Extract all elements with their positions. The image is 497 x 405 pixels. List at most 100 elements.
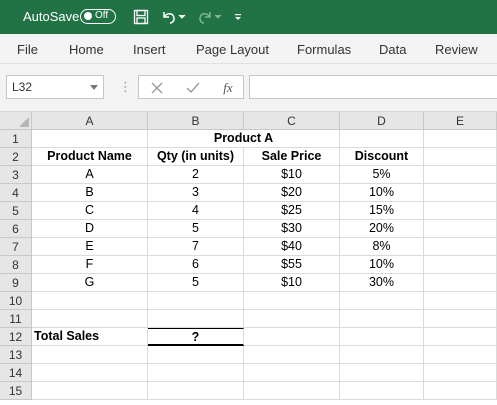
cell-e1[interactable] [424, 130, 497, 148]
enter-icon[interactable] [184, 79, 202, 97]
cell-b7[interactable]: 7 [148, 238, 244, 256]
cell-e13[interactable] [424, 346, 497, 364]
row-header-3[interactable]: 3 [0, 166, 32, 184]
cell-c2[interactable]: Sale Price [244, 148, 340, 166]
cell-a11[interactable] [32, 310, 148, 328]
cell-a3[interactable]: A [32, 166, 148, 184]
row-header-9[interactable]: 9 [0, 274, 32, 292]
cancel-icon[interactable] [148, 79, 166, 97]
merged-title-cell[interactable]: Product A [148, 130, 340, 148]
cell-d13[interactable] [340, 346, 424, 364]
cell-e14[interactable] [424, 364, 497, 382]
cell-a1[interactable] [32, 130, 148, 148]
cell-e4[interactable] [424, 184, 497, 202]
cell-c10[interactable] [244, 292, 340, 310]
cell-d6[interactable]: 20% [340, 220, 424, 238]
cell-b5[interactable]: 4 [148, 202, 244, 220]
chevron-down-icon[interactable] [90, 85, 98, 90]
row-header-4[interactable]: 4 [0, 184, 32, 202]
cell-a2[interactable]: Product Name [32, 148, 148, 166]
cell-e15[interactable] [424, 382, 497, 400]
tab-data[interactable]: Data [379, 42, 406, 57]
column-header-a[interactable]: A [32, 112, 148, 130]
cell-c7[interactable]: $40 [244, 238, 340, 256]
row-header-14[interactable]: 14 [0, 364, 32, 382]
customize-toolbar-icon[interactable] [229, 7, 247, 27]
cell-a4[interactable]: B [32, 184, 148, 202]
cell-b12[interactable]: ? [148, 328, 244, 346]
cell-e9[interactable] [424, 274, 497, 292]
formula-input[interactable] [249, 75, 497, 99]
cell-e10[interactable] [424, 292, 497, 310]
row-header-13[interactable]: 13 [0, 346, 32, 364]
cell-e7[interactable] [424, 238, 497, 256]
cell-d15[interactable] [340, 382, 424, 400]
cell-d7[interactable]: 8% [340, 238, 424, 256]
cell-e11[interactable] [424, 310, 497, 328]
cell-d3[interactable]: 5% [340, 166, 424, 184]
cell-d11[interactable] [340, 310, 424, 328]
cell-c12[interactable] [244, 328, 340, 346]
cell-a15[interactable] [32, 382, 148, 400]
cell-a9[interactable]: G [32, 274, 148, 292]
tab-formulas[interactable]: Formulas [297, 42, 351, 57]
tab-home[interactable]: Home [69, 42, 104, 57]
cell-a14[interactable] [32, 364, 148, 382]
cell-a6[interactable]: D [32, 220, 148, 238]
cell-c4[interactable]: $20 [244, 184, 340, 202]
cell-c6[interactable]: $30 [244, 220, 340, 238]
column-header-b[interactable]: B [148, 112, 244, 130]
cell-c14[interactable] [244, 364, 340, 382]
row-header-5[interactable]: 5 [0, 202, 32, 220]
undo-dropdown-icon[interactable] [177, 7, 187, 27]
cell-d5[interactable]: 15% [340, 202, 424, 220]
cell-b11[interactable] [148, 310, 244, 328]
row-header-8[interactable]: 8 [0, 256, 32, 274]
tab-file[interactable]: File [17, 42, 38, 57]
cell-c3[interactable]: $10 [244, 166, 340, 184]
autosave-toggle[interactable]: Off [80, 9, 116, 24]
cell-b6[interactable]: 5 [148, 220, 244, 238]
row-header-11[interactable]: 11 [0, 310, 32, 328]
column-header-e[interactable]: E [424, 112, 497, 130]
row-header-1[interactable]: 1 [0, 130, 32, 148]
cell-a5[interactable]: C [32, 202, 148, 220]
cell-a10[interactable] [32, 292, 148, 310]
cell-b2[interactable]: Qty (in units) [148, 148, 244, 166]
cell-e6[interactable] [424, 220, 497, 238]
column-header-c[interactable]: C [244, 112, 340, 130]
column-header-d[interactable]: D [340, 112, 424, 130]
cell-d9[interactable]: 30% [340, 274, 424, 292]
cell-a7[interactable]: E [32, 238, 148, 256]
cell-d10[interactable] [340, 292, 424, 310]
row-header-12[interactable]: 12 [0, 328, 32, 346]
cell-c13[interactable] [244, 346, 340, 364]
cell-e3[interactable] [424, 166, 497, 184]
cell-c15[interactable] [244, 382, 340, 400]
save-icon[interactable] [131, 7, 151, 27]
tab-page-layout[interactable]: Page Layout [196, 42, 269, 57]
undo-icon[interactable] [159, 7, 179, 27]
tab-review[interactable]: Review [435, 42, 478, 57]
cell-c5[interactable]: $25 [244, 202, 340, 220]
cell-b9[interactable]: 5 [148, 274, 244, 292]
row-header-10[interactable]: 10 [0, 292, 32, 310]
row-header-6[interactable]: 6 [0, 220, 32, 238]
cell-d4[interactable]: 10% [340, 184, 424, 202]
cell-e12[interactable] [424, 328, 497, 346]
insert-function-icon[interactable]: fx [219, 79, 237, 97]
tab-insert[interactable]: Insert [133, 42, 166, 57]
cell-b14[interactable] [148, 364, 244, 382]
cell-d12[interactable] [340, 328, 424, 346]
cell-d1[interactable] [340, 130, 424, 148]
cell-d8[interactable]: 10% [340, 256, 424, 274]
name-box[interactable]: L32 [6, 75, 104, 99]
cell-b13[interactable] [148, 346, 244, 364]
cell-b8[interactable]: 6 [148, 256, 244, 274]
cell-c11[interactable] [244, 310, 340, 328]
row-header-2[interactable]: 2 [0, 148, 32, 166]
row-header-7[interactable]: 7 [0, 238, 32, 256]
cell-e8[interactable] [424, 256, 497, 274]
cell-d14[interactable] [340, 364, 424, 382]
cell-a12[interactable]: Total Sales [32, 328, 148, 346]
